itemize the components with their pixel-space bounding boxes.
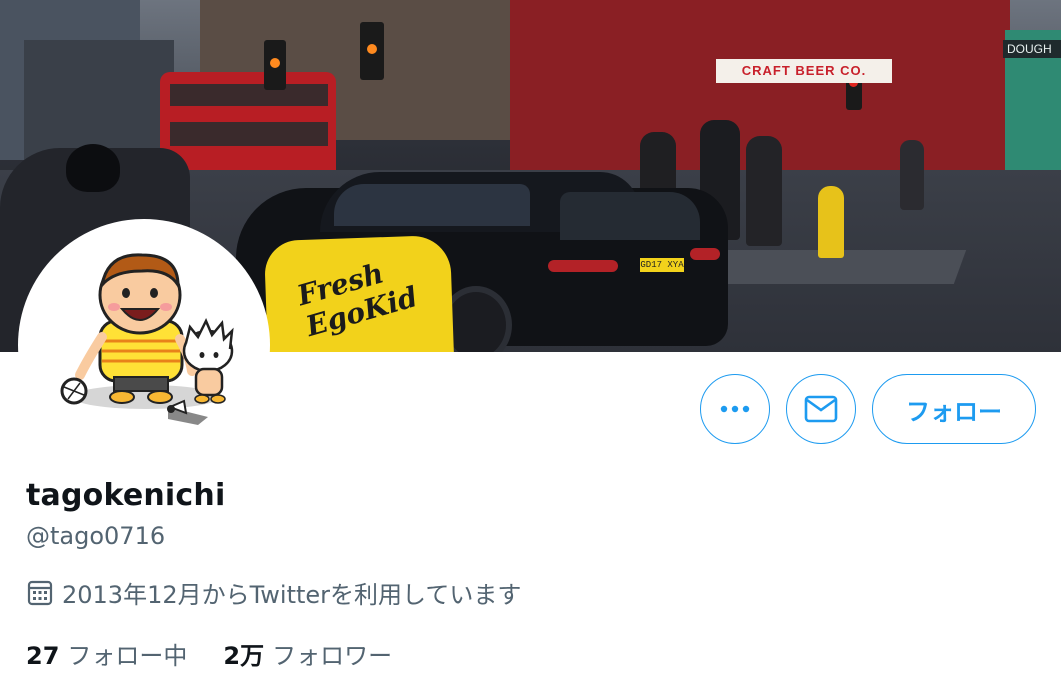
banner-car-rear-window — [560, 192, 700, 240]
profile-stats: 27 フォロー中 2万 フォロワー — [26, 636, 428, 671]
followers-label: フォロワー — [272, 642, 393, 670]
more-icon — [720, 405, 750, 413]
banner-bus-window — [170, 84, 328, 106]
banner-pedestrian — [746, 136, 782, 246]
profile-joined-text: 2013年12月からTwitterを利用しています — [62, 581, 522, 609]
profile-joined: 2013年12月からTwitterを利用しています — [26, 575, 521, 610]
following-count: 27 — [26, 642, 60, 670]
banner-car-taillight — [548, 260, 618, 272]
profile-name: tagokenichi — [26, 478, 226, 513]
following-label: フォロー中 — [67, 642, 188, 670]
banner-yellow-cap: Fresh EgoKid — [263, 234, 455, 352]
cartoon-avatar-icon — [60, 253, 234, 425]
more-button[interactable] — [700, 374, 770, 444]
banner-car-plate: GD17 XYA — [640, 258, 684, 272]
followers-count: 2万 — [223, 642, 265, 670]
banner-sign-dough: DOUGH — [1003, 40, 1061, 58]
banner-sign-craft: CRAFT BEER CO. — [716, 59, 892, 83]
message-button[interactable] — [786, 374, 856, 444]
banner-rider-helmet — [66, 144, 120, 192]
mail-icon — [804, 395, 838, 423]
banner-pedestrian — [900, 140, 924, 210]
follow-button[interactable]: フォロー — [872, 374, 1036, 444]
banner-traffic-lamp — [270, 58, 280, 68]
banner-traffic-lamp — [367, 44, 377, 54]
following-link[interactable]: 27 フォロー中 — [26, 636, 187, 671]
calendar-icon — [27, 580, 53, 605]
banner-cap-text: Fresh EgoKid — [293, 256, 422, 344]
banner-bus-window — [170, 122, 328, 146]
profile-avatar[interactable] — [18, 219, 270, 471]
profile-handle: @tago0716 — [26, 522, 166, 550]
banner-building — [24, 40, 174, 160]
banner-bollard — [818, 186, 844, 258]
banner-car-window — [334, 184, 530, 226]
banner-car-taillight — [690, 248, 720, 260]
followers-link[interactable]: 2万 フォロワー — [223, 636, 392, 671]
